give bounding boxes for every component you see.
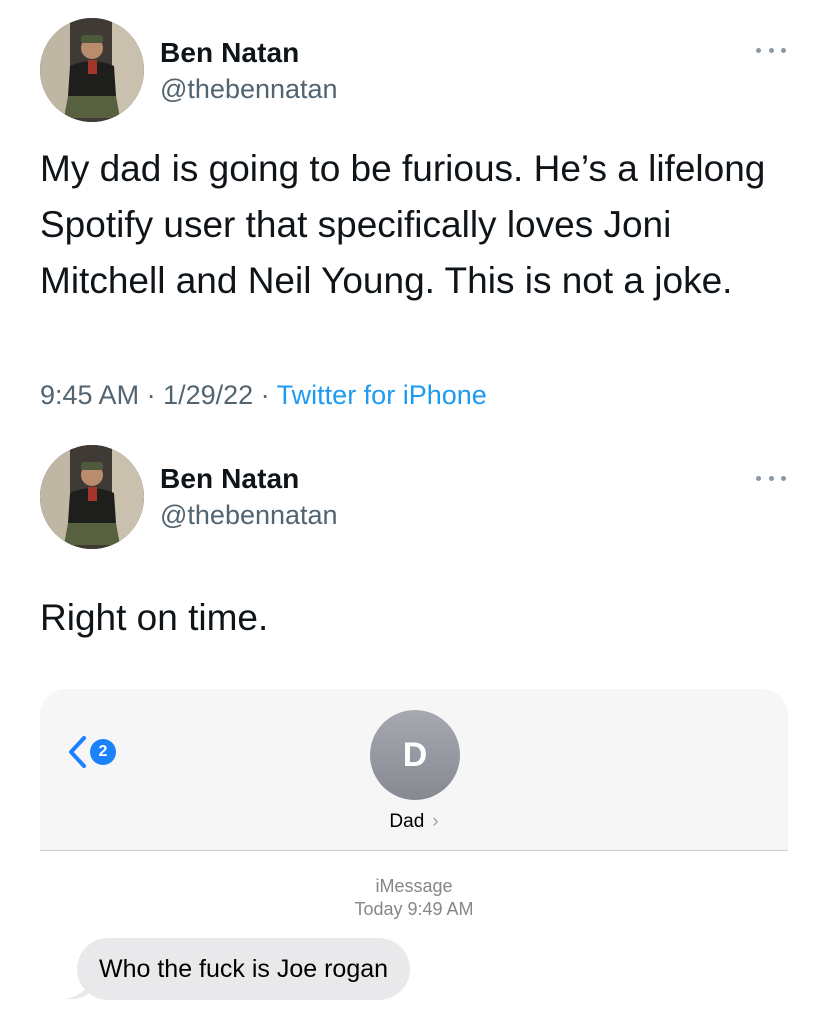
service-label: iMessage — [375, 876, 453, 896]
chevron-right-icon: › — [432, 811, 439, 832]
tweet-text: My dad is going to be furious. He’s a li… — [40, 148, 766, 301]
author-avatar[interactable] — [40, 445, 144, 549]
imessage-header: 2 D Dad › — [40, 689, 788, 851]
tweet-time: 9:45 AM — [40, 380, 140, 410]
avatar-photo — [40, 18, 144, 122]
more-icon[interactable] — [756, 44, 786, 56]
message-bubble[interactable]: Who the fuck is Joe rogan — [77, 938, 411, 1000]
imessage-screenshot: 2 D Dad › iMessage Today 9:49 AM Who the … — [40, 689, 788, 1031]
contact-name[interactable]: Dad › — [40, 811, 788, 833]
unread-badge: 2 — [90, 739, 116, 765]
more-icon[interactable] — [756, 472, 786, 484]
author-handle[interactable]: @thebennatan — [160, 500, 338, 531]
tweet-text: Right on time. — [40, 597, 269, 638]
back-button[interactable]: 2 — [66, 735, 116, 769]
author-name[interactable]: Ben Natan — [160, 37, 299, 69]
tweet-date: 1/29/22 — [163, 380, 254, 410]
contact-name-label: Dad — [389, 811, 425, 832]
tweet-meta: 9:45 AM · 1/29/22 · Twitter for iPhone — [40, 380, 487, 411]
avatar-photo — [40, 445, 144, 549]
author-name[interactable]: Ben Natan — [160, 463, 299, 495]
back-chevron-icon — [69, 736, 86, 768]
meta-separator: · — [139, 380, 164, 410]
meta-separator: · — [253, 380, 277, 410]
tweet-source-link[interactable]: Twitter for iPhone — [277, 380, 487, 410]
author-avatar[interactable] — [40, 18, 144, 122]
message-timestamp: Today 9:49 AM — [354, 899, 474, 919]
author-handle[interactable]: @thebennatan — [160, 74, 338, 105]
contact-avatar[interactable]: D — [370, 710, 460, 800]
